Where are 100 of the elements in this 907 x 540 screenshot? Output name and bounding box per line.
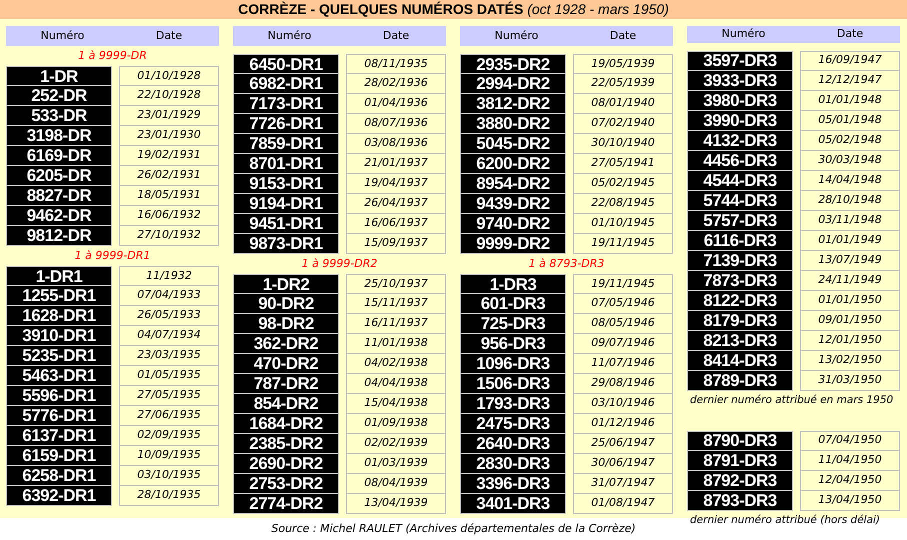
column-header: Numéro [494,28,540,44]
range-caption: 1 à 9999-DR [77,48,148,64]
date-cell: 16/11/1937 [346,314,446,334]
date-cell: 09/07/1946 [573,334,673,354]
date-cell: 13/02/1950 [800,350,900,370]
plate-number: 5744-DR3 [687,190,793,210]
date-cell: 26/05/1933 [119,306,219,326]
plate-number: 1506-DR3 [460,374,566,394]
plate-number: 9812-DR [6,226,112,246]
note-text: dernier numéro attribué en mars 1950 [689,392,894,408]
date-cell: 23/03/1935 [119,346,219,366]
date-cell: 16/09/1947 [800,50,900,70]
plate-number: 5045-DR2 [460,134,566,154]
date-cell: 04/07/1934 [119,326,219,346]
plate-number: 854-DR2 [233,394,339,414]
plate-number: 6258-DR1 [6,466,112,486]
range-caption: 1 à 9999-DR2 [300,256,378,272]
plate-number: 787-DR2 [233,374,339,394]
date-cell: 31/03/1950 [800,370,900,390]
date-cell: 31/07/1947 [573,474,673,494]
plate-number: 3401-DR3 [460,494,566,514]
range-caption: 1 à 8793-DR3 [528,256,606,272]
date-cell: 15/04/1938 [346,394,446,414]
date-cell: 01/08/1947 [573,494,673,514]
date-cell: 23/01/1930 [119,126,219,146]
column-header: Numéro [40,28,86,44]
plate-number: 2690-DR2 [233,454,339,474]
date-cell: 01/04/1936 [346,94,446,114]
date-cell: 11/01/1938 [346,334,446,354]
plate-number: 8179-DR3 [687,310,793,330]
plate-number: 8414-DR3 [687,350,793,370]
date-cell: 22/08/1945 [573,194,673,214]
plate-number: 2385-DR2 [233,434,339,454]
date-cell: 22/10/1928 [119,86,219,106]
plate-number: 2994-DR2 [460,74,566,94]
date-cell: 16/06/1937 [346,214,446,234]
date-cell: 12/04/1950 [800,470,900,490]
date-cell: 01/10/1945 [573,214,673,234]
date-cell: 27/10/1932 [119,226,219,246]
plate-number: 2935-DR2 [460,54,566,74]
plate-number: 3396-DR3 [460,474,566,494]
date-cell: 01/03/1939 [346,454,446,474]
date-cell: 12/01/1950 [800,330,900,350]
plate-number: 90-DR2 [233,294,339,314]
plate-number: 6169-DR [6,146,112,166]
plate-number: 8791-DR3 [687,450,793,470]
date-cell: 03/11/1948 [800,210,900,230]
plate-number: 6200-DR2 [460,154,566,174]
plate-number: 1-DR2 [233,274,339,294]
plate-number: 7139-DR3 [687,250,793,270]
plate-number: 5757-DR3 [687,210,793,230]
date-cell: 03/10/1946 [573,394,673,414]
date-cell: 04/04/1938 [346,374,446,394]
plate-number: 2753-DR2 [233,474,339,494]
date-cell: 27/06/1935 [119,406,219,426]
plate-number: 3933-DR3 [687,70,793,90]
date-cell: 19/11/1945 [573,234,673,254]
plate-number: 6159-DR1 [6,446,112,466]
plate-number: 8122-DR3 [687,290,793,310]
date-cell: 08/05/1946 [573,314,673,334]
note-text: dernier numéro attribué (hors délai) [689,512,882,528]
plate-number: 725-DR3 [460,314,566,334]
date-cell: 13/07/1949 [800,250,900,270]
plate-number: 9873-DR1 [233,234,339,254]
date-cell: 30/06/1947 [573,454,673,474]
date-cell: 07/04/1950 [800,430,900,450]
plate-number: 4456-DR3 [687,150,793,170]
plate-number: 6450-DR1 [233,54,339,74]
date-cell: 07/05/1946 [573,294,673,314]
date-cell: 01/01/1949 [800,230,900,250]
plate-number: 1793-DR3 [460,394,566,414]
plate-number: 2774-DR2 [233,494,339,514]
plate-number: 1-DR [6,66,112,86]
date-cell: 05/02/1945 [573,174,673,194]
plate-number: 9194-DR1 [233,194,339,214]
column-header: Numéro [266,28,312,44]
plate-number: 3910-DR1 [6,326,112,346]
date-cell: 16/06/1932 [119,206,219,226]
date-cell: 08/01/1940 [573,94,673,114]
plate-number: 4544-DR3 [687,170,793,190]
plate-number: 9451-DR1 [233,214,339,234]
plate-number: 8792-DR3 [687,470,793,490]
plate-number: 8954-DR2 [460,174,566,194]
date-cell: 19/04/1937 [346,174,446,194]
plate-number: 6982-DR1 [233,74,339,94]
date-cell: 25/06/1947 [573,434,673,454]
plate-number: 3980-DR3 [687,90,793,110]
source-text: Source : Michel RAULET (Archives départementales de la Corrèze) [271,520,636,537]
date-cell: 13/04/1950 [800,490,900,510]
plate-number: 6137-DR1 [6,426,112,446]
date-cell: 21/01/1937 [346,154,446,174]
plate-number: 1628-DR1 [6,306,112,326]
date-cell: 11/04/1950 [800,450,900,470]
date-cell: 11/1932 [119,266,219,286]
plate-number: 2830-DR3 [460,454,566,474]
plate-number: 7173-DR1 [233,94,339,114]
date-cell: 01/12/1946 [573,414,673,434]
date-cell: 27/05/1935 [119,386,219,406]
date-cell: 26/04/1937 [346,194,446,214]
plate-number: 6205-DR [6,166,112,186]
